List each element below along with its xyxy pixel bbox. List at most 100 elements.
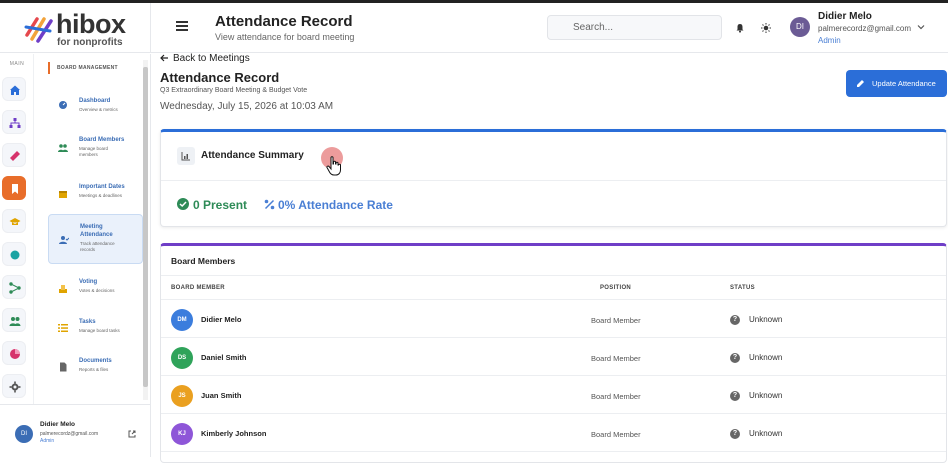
user-role: Admin — [818, 36, 841, 45]
avatar[interactable]: DI — [15, 425, 33, 443]
sidebar-section-title: BOARD MANAGEMENT — [48, 62, 148, 74]
attendance-rate-text: 0% Attendance Rate — [278, 198, 393, 212]
sidebar: BOARD MANAGEMENT Dashboard Overview & me… — [34, 54, 150, 404]
sidebar-scrollbar-thumb[interactable] — [143, 67, 148, 387]
sidebar-item-meeting-attendance[interactable]: Meeting Attendance Track attendance reco… — [48, 214, 143, 264]
calendar-icon — [59, 191, 67, 198]
list-icon — [58, 324, 68, 332]
member-status: Unknown — [749, 353, 783, 362]
percent-icon — [264, 199, 275, 210]
sidebar-item-desc: Manage board tasks — [79, 328, 120, 333]
rail-org-button[interactable] — [2, 110, 26, 134]
rail-circle-button[interactable] — [2, 242, 26, 266]
sidebar-item-label: Documents — [79, 358, 112, 364]
table-header: BOARD MEMBER POSITION STATUS — [161, 275, 946, 300]
sidebar-item-desc: Track attendance records — [80, 241, 115, 252]
rail-bookmark-button[interactable] — [2, 176, 26, 200]
table-row[interactable]: JS Juan Smith Board Member ? Unknown — [161, 376, 946, 414]
dashboard-icon — [59, 101, 67, 109]
member-position: Board Member — [591, 316, 641, 325]
attendance-summary-card: Attendance Summary 0 Present 0% Attendan… — [160, 129, 947, 227]
sidebar-item-documents[interactable]: Documents Reports & files — [48, 344, 143, 392]
rail-education-button[interactable] — [2, 209, 26, 233]
users-icon — [9, 317, 21, 326]
board-members-title: Board Members — [171, 256, 236, 266]
table-row[interactable]: DS Daniel Smith Board Member ? Unknown — [161, 338, 946, 376]
footer-user-name: Didier Melo — [40, 421, 76, 428]
column-header-status: STATUS — [730, 285, 755, 291]
member-name: Kimberly Johnson — [201, 429, 267, 438]
table-row[interactable]: DM Didier Melo Board Member ? Unknown — [161, 300, 946, 338]
sidebar-item-desc: Overview & metrics — [79, 107, 118, 112]
update-attendance-label: Update Attendance — [872, 79, 936, 88]
present-text: 0 Present — [193, 198, 248, 212]
hand-cursor-icon — [326, 156, 341, 176]
header-subtitle: View attendance for board meeting — [215, 32, 355, 42]
rail-label: MAIN — [9, 61, 25, 67]
vote-icon — [59, 285, 67, 293]
column-header-member: BOARD MEMBER — [171, 285, 225, 291]
header-title: Attendance Record — [215, 13, 353, 30]
external-link-icon[interactable] — [128, 430, 136, 438]
column-header-position: POSITION — [600, 285, 632, 291]
sidebar-item-label: Meeting Attendance — [80, 224, 113, 238]
rail-settings-button[interactable] — [2, 374, 26, 398]
rail-network-button[interactable] — [2, 275, 26, 299]
question-circle-icon: ? — [730, 315, 740, 325]
app-header: hibox for nonprofits Attendance Record V… — [0, 3, 948, 53]
user-email: palmerecordz@gmail.com — [818, 24, 912, 33]
users-icon — [58, 144, 68, 152]
back-label: Back to Meetings — [173, 53, 250, 64]
user-name[interactable]: Didier Melo — [818, 11, 872, 22]
logo-text: hibox — [56, 9, 126, 39]
footer-user-email: palmerecordz@gmail.com — [40, 431, 99, 437]
sidebar-item-board-members[interactable]: Board Members Manage board members — [48, 125, 143, 173]
check-circle-icon — [177, 198, 189, 210]
summary-title: Attendance Summary — [201, 150, 304, 161]
attendance-rate: 0% Attendance Rate — [264, 198, 393, 212]
present-count: 0 Present — [177, 198, 247, 212]
chart-icon — [177, 147, 195, 165]
sidebar-item-desc: Reports & files — [79, 367, 109, 372]
sidebar-item-important-dates[interactable]: Important Dates Meetings & deadlines — [48, 171, 143, 219]
avatar: KJ — [171, 423, 193, 445]
header-divider — [150, 3, 151, 53]
home-icon — [10, 85, 20, 95]
question-circle-icon: ? — [730, 429, 740, 439]
member-position: Board Member — [591, 430, 641, 439]
back-to-meetings-link[interactable]: Back to Meetings — [160, 53, 250, 64]
sidebar-item-label: Tasks — [79, 319, 96, 325]
rail-users-button[interactable] — [2, 308, 26, 332]
meeting-name: Q3 Extraordinary Board Meeting & Budget … — [160, 87, 308, 94]
table-row[interactable]: KJ Kimberly Johnson Board Member ? Unkno… — [161, 414, 946, 452]
menu-toggle-icon[interactable] — [176, 21, 188, 31]
footer-user-role: Admin — [40, 438, 55, 444]
icon-rail: MAIN — [0, 54, 34, 404]
sidebar-item-dashboard[interactable]: Dashboard Overview & metrics — [48, 82, 143, 130]
sidebar-item-desc: Votes & decisions — [79, 288, 115, 293]
sidebar-item-label: Voting — [79, 279, 98, 285]
edit-icon — [857, 80, 864, 87]
arrow-left-icon — [160, 54, 168, 62]
hibox-logo[interactable]: hibox for nonprofits — [24, 9, 134, 48]
theme-toggle-icon[interactable] — [761, 23, 771, 33]
member-status: Unknown — [749, 315, 783, 324]
bell-icon[interactable] — [735, 23, 745, 33]
chevron-down-icon[interactable] — [917, 23, 925, 31]
ticket-icon — [10, 151, 20, 161]
document-icon — [60, 362, 67, 372]
sidebar-item-label: Important Dates — [79, 184, 125, 190]
rail-reports-button[interactable] — [2, 341, 26, 365]
avatar: DM — [171, 309, 193, 331]
member-status: Unknown — [749, 391, 783, 400]
member-status: Unknown — [749, 429, 783, 438]
rail-tickets-button[interactable] — [2, 143, 26, 167]
user-avatar[interactable]: DI — [790, 17, 810, 37]
update-attendance-button[interactable]: Update Attendance — [846, 70, 947, 97]
logo-mark-icon — [24, 17, 53, 43]
question-circle-icon: ? — [730, 353, 740, 363]
rail-home-button[interactable] — [2, 77, 26, 101]
sidebar-item-label: Dashboard — [79, 98, 111, 104]
meeting-date: Wednesday, July 15, 2026 at 10:03 AM — [160, 101, 334, 112]
search-input[interactable]: Search... — [547, 15, 722, 40]
